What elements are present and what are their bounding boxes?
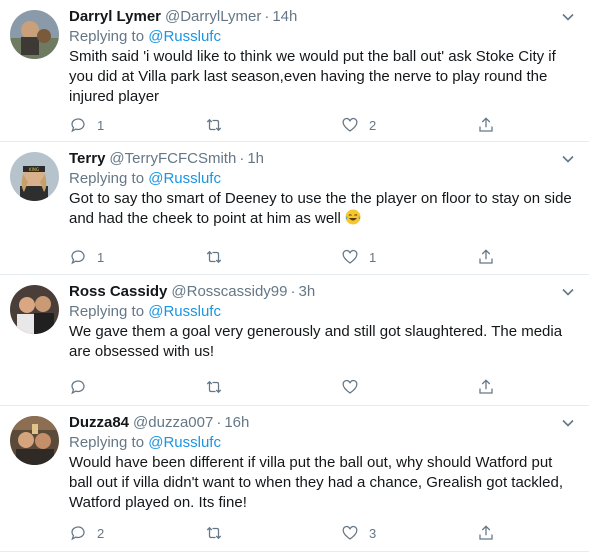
tweet-text: Smith said 'i would like to think we wou… xyxy=(69,48,556,105)
avatar[interactable] xyxy=(10,416,59,465)
share-icon xyxy=(479,249,493,264)
avatar[interactable] xyxy=(10,10,59,59)
timestamp[interactable]: 1h xyxy=(247,149,264,169)
timestamp[interactable]: 3h xyxy=(299,282,316,302)
replying-prefix: Replying to xyxy=(69,303,145,320)
user-handle[interactable]: @DarrylLymer xyxy=(165,7,261,27)
like-button[interactable]: 2 xyxy=(341,116,477,134)
reply-icon xyxy=(71,380,85,395)
reply-button[interactable] xyxy=(69,378,205,396)
share-icon xyxy=(479,379,493,394)
tweet-actions: 1 2 xyxy=(69,116,589,134)
user-handle[interactable]: @duzza007 xyxy=(133,413,213,433)
avatar[interactable]: KING xyxy=(10,152,59,201)
replying-prefix: Replying to xyxy=(69,28,145,45)
share-button[interactable] xyxy=(477,524,589,542)
chevron-down-icon[interactable] xyxy=(561,416,575,430)
tweet-header: Ross Cassidy @Rosscassidy99 · 3h xyxy=(69,282,577,302)
share-button[interactable] xyxy=(477,116,589,134)
display-name[interactable]: Duzza84 xyxy=(69,413,129,433)
tweet-header: Duzza84 @duzza007 · 16h xyxy=(69,413,577,433)
user-handle[interactable]: @Rosscassidy99 xyxy=(171,282,287,302)
tweet-header: Terry @TerryFCFCSmith · 1h xyxy=(69,149,577,169)
share-button[interactable] xyxy=(477,378,589,396)
reply-button[interactable]: 1 xyxy=(69,116,205,134)
reply-button[interactable]: 1 xyxy=(69,248,205,266)
reply-count: 2 xyxy=(97,525,105,541)
reply-icon xyxy=(71,250,85,265)
retweet-button[interactable] xyxy=(205,378,341,396)
reply-count: 1 xyxy=(97,249,105,265)
display-name[interactable]: Darryl Lymer xyxy=(69,7,161,27)
tweet-feed: Darryl Lymer @DarrylLymer · 14h Replying… xyxy=(0,0,589,552)
display-name[interactable]: Terry xyxy=(69,149,105,169)
tweet-actions xyxy=(69,378,589,396)
tweet-content: Darryl Lymer @DarrylLymer · 14h Replying… xyxy=(69,7,577,107)
mention-link[interactable]: @Russlufc xyxy=(148,434,221,451)
tweet-content: Ross Cassidy @Rosscassidy99 · 3h Replyin… xyxy=(69,282,577,362)
reply-button[interactable]: 2 xyxy=(69,524,205,542)
separator-dot: · xyxy=(239,150,245,167)
separator-dot: · xyxy=(290,283,296,300)
tweet-text: We gave them a goal very generously and … xyxy=(69,323,563,360)
user-handle[interactable]: @TerryFCFCSmith xyxy=(109,149,236,169)
chevron-down-icon[interactable] xyxy=(561,10,575,24)
timestamp[interactable]: 14h xyxy=(272,7,297,27)
reply-icon xyxy=(71,118,85,133)
replying-prefix: Replying to xyxy=(69,170,145,187)
tweet-text: Got to say tho smart of Deeney to use th… xyxy=(69,190,572,227)
tweet-text: Would have been different if villa put t… xyxy=(69,454,563,511)
replying-to: Replying to @Russlufc xyxy=(69,302,577,322)
tweet[interactable]: Darryl Lymer @DarrylLymer · 14h Replying… xyxy=(0,0,589,142)
share-button[interactable] xyxy=(477,248,589,266)
heart-icon xyxy=(342,117,358,132)
share-icon xyxy=(479,525,493,540)
timestamp[interactable]: 16h xyxy=(224,413,249,433)
replying-to: Replying to @Russlufc xyxy=(69,169,577,189)
like-count: 3 xyxy=(369,525,377,541)
tweet-content: Duzza84 @duzza007 · 16h Replying to @Rus… xyxy=(69,413,577,513)
reply-icon xyxy=(71,526,85,541)
heart-icon xyxy=(342,249,358,264)
retweet-icon xyxy=(206,526,222,540)
mention-link[interactable]: @Russlufc xyxy=(148,303,221,320)
retweet-button[interactable] xyxy=(205,116,341,134)
avatar[interactable] xyxy=(10,285,59,334)
heart-icon xyxy=(342,379,358,394)
heart-icon xyxy=(342,525,358,540)
share-icon xyxy=(479,117,493,132)
like-count: 1 xyxy=(369,249,377,265)
tweet[interactable]: Duzza84 @duzza007 · 16h Replying to @Rus… xyxy=(0,406,589,552)
retweet-icon xyxy=(206,250,222,264)
like-button[interactable]: 1 xyxy=(341,248,477,266)
tweet-actions: 1 1 xyxy=(69,248,589,266)
reply-count: 1 xyxy=(97,117,105,133)
tweet-text-wrap: Got to say tho smart of Deeney to use th… xyxy=(69,189,577,229)
retweet-icon xyxy=(206,380,222,394)
retweet-button[interactable] xyxy=(205,524,341,542)
chevron-down-icon[interactable] xyxy=(561,285,575,299)
tears-of-joy-emoji-icon xyxy=(345,209,361,225)
replying-to: Replying to @Russlufc xyxy=(69,433,577,453)
mention-link[interactable]: @Russlufc xyxy=(148,28,221,45)
replying-prefix: Replying to xyxy=(69,434,145,451)
tweet-header: Darryl Lymer @DarrylLymer · 14h xyxy=(69,7,577,27)
like-button[interactable]: 3 xyxy=(341,524,477,542)
mention-link[interactable]: @Russlufc xyxy=(148,170,221,187)
replying-to: Replying to @Russlufc xyxy=(69,27,577,47)
tweet[interactable]: KING Terry @TerryFCFCSmith · 1h Replying… xyxy=(0,142,589,275)
separator-dot: · xyxy=(216,414,222,431)
chevron-down-icon[interactable] xyxy=(561,152,575,166)
tweet-content: Terry @TerryFCFCSmith · 1h Replying to @… xyxy=(69,149,577,229)
separator-dot: · xyxy=(264,8,270,25)
tweet-actions: 2 3 xyxy=(69,524,589,542)
like-count: 2 xyxy=(369,117,377,133)
retweet-button[interactable] xyxy=(205,248,341,266)
display-name[interactable]: Ross Cassidy xyxy=(69,282,167,302)
svg-text:KING: KING xyxy=(29,167,39,172)
tweet[interactable]: Ross Cassidy @Rosscassidy99 · 3h Replyin… xyxy=(0,275,589,406)
like-button[interactable] xyxy=(341,378,477,396)
retweet-icon xyxy=(206,118,222,132)
